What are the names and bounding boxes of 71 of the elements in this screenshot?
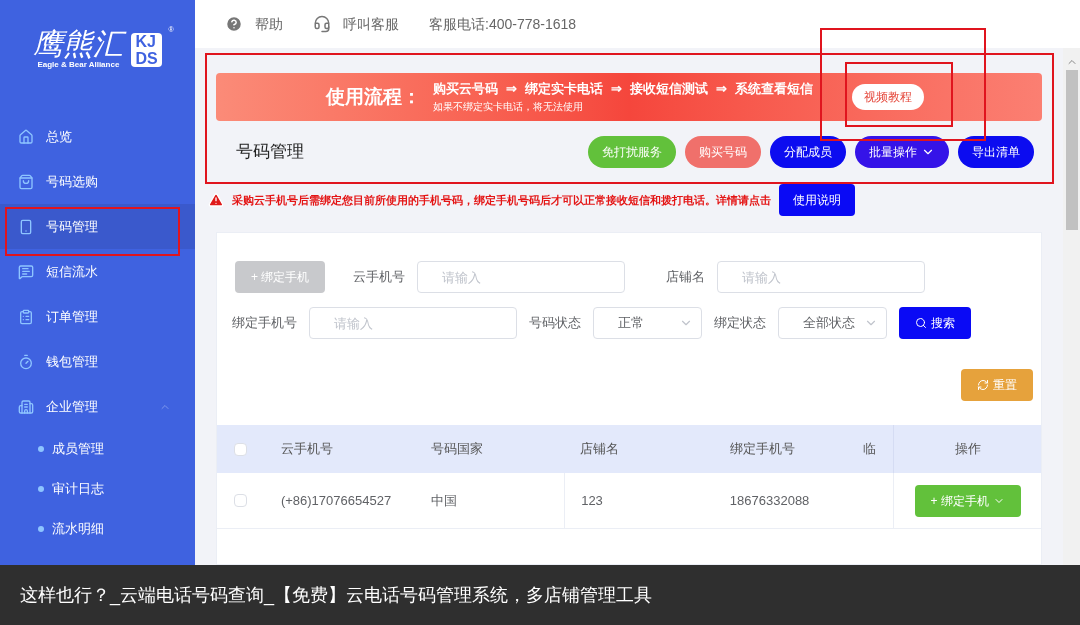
search-icon [915,317,927,329]
usage-guide-button[interactable]: 使用说明 [779,184,855,216]
menu-icon [18,218,34,235]
column-header: 绑定手机号 [728,440,796,459]
field-label: 号码状态 [529,314,581,333]
status-select[interactable]: 全部状态 [778,307,887,339]
flow-step: 接收短信测试 [630,80,708,99]
input-field[interactable]: 请输入 [417,261,626,293]
notice-text: 采购云手机号后需绑定您目前所使用的手机号码，绑定手机号码后才可以正常接收短信和拨打电话。详情请点击 [232,192,771,208]
sidebar-item[interactable]: 企业管理 [0,384,195,429]
page-title: 号码管理 [236,141,305,164]
caption-text: 这样也行？_云端电话号码查询_【免费】云电话号码管理系统，多店铺管理工具 [20,583,653,608]
flow-step: 系统查看短信 [735,80,813,99]
logo-badge: KJ DS [131,33,162,67]
bullet-icon [38,446,44,452]
menu-icon [18,398,34,415]
field-label: 绑定手机号 [231,314,297,333]
search-button[interactable]: 搜索 [899,307,971,339]
action-button[interactable]: 批量操作 [855,136,949,168]
row-checkbox[interactable] [234,494,248,507]
flow-step: 购买云号码 [433,80,498,99]
banner-title: 使用流程： [326,84,421,109]
action-button[interactable]: 导出清单 [958,136,1034,168]
flow-step: 绑定实卡电话 [525,80,603,99]
warning-icon [208,192,224,208]
column-header: 操作 [893,425,1041,473]
bullet-icon [38,526,44,532]
input-field[interactable]: 请输入 [717,261,926,293]
sidebar-item[interactable]: 号码管理 [0,204,195,249]
logo-tagline: Eagle & Bear Alliance [37,59,120,71]
action-button[interactable]: 购买号码 [685,136,761,168]
field-label: 绑定状态 [714,314,766,333]
column-header: 号码国家 [429,440,484,459]
help-link[interactable]: 帮助 [225,13,283,35]
submenu-item[interactable]: 审计日志 [0,469,195,509]
menu-icon [18,173,34,190]
bullet-icon [38,486,44,492]
column-header: 临 [863,440,878,459]
sidebar-item[interactable]: 短信流水 [0,249,195,294]
field-label: 云手机号 [352,268,406,287]
flow-arrow: ⇒ [611,81,622,99]
select-all-checkbox[interactable] [234,442,248,456]
sidebar-item[interactable]: 号码选购 [0,159,195,204]
sidebar-item[interactable]: 钱包管理 [0,339,195,384]
submenu-item[interactable]: 成员管理 [0,429,195,469]
submenu-item[interactable]: 流水明细 [0,509,195,549]
status-select[interactable]: 正常 [593,307,702,339]
video-tutorial-button[interactable]: 视频教程 [852,84,924,110]
sidebar-item[interactable]: 总览 [0,114,195,159]
table-cell-text: 中国 [429,491,458,510]
column-header: 云手机号 [279,440,334,459]
menu-icon [18,308,34,325]
field-label: 店铺名 [665,268,706,287]
banner-note: 如果不绑定实卡电话，将无法使用 [433,99,584,114]
refresh-icon [977,379,989,391]
menu-icon [18,128,34,145]
menu-icon [18,263,34,280]
menu-icon [18,353,34,370]
sidebar-item[interactable]: 订单管理 [0,294,195,339]
flow-arrow: ⇒ [716,81,727,99]
table-cell-text: 18676332088 [728,491,811,510]
customer-service-link[interactable]: 呼叫客服 [313,13,399,35]
input-field[interactable]: 请输入 [309,307,517,339]
flow-arrow: ⇒ [506,81,517,99]
table-cell-text: (+86)17076654527 [279,491,393,510]
service-phone: 客服电话:400-778-1618 [429,14,577,34]
headset-icon [313,15,331,33]
table-cell: 123 [564,472,714,529]
column-header: 店铺名 [579,440,621,459]
help-icon [225,15,243,33]
action-button[interactable]: 分配成员 [770,136,846,168]
